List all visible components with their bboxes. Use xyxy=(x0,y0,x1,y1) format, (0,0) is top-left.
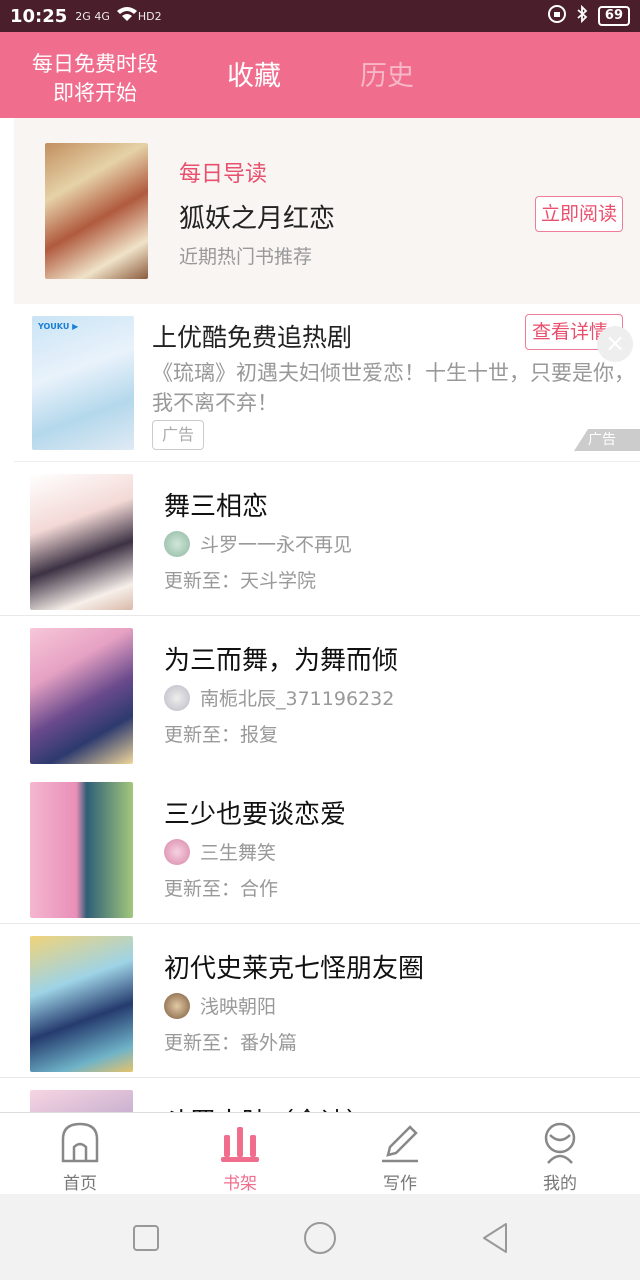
book-title: 舞三相恋 xyxy=(164,492,269,522)
recent-apps-icon[interactable] xyxy=(132,1224,160,1252)
youku-logo: YOUKU ▶ xyxy=(38,322,79,331)
status-bar: 10:25 2G 4G HD2 69 xyxy=(0,0,640,32)
hd-indicator: HD2 xyxy=(137,9,162,23)
update-status: 更新至：报复 xyxy=(164,724,279,746)
bookshelf-icon xyxy=(221,1127,259,1162)
bottom-tab-bar: 首页 书架 写作 我的 xyxy=(0,1112,640,1194)
ad-description: 《琉璃》初遇夫妇倾世爱恋！十生十世，只要是你，我不离不弃！ xyxy=(152,361,635,415)
book-cover-image xyxy=(30,474,133,610)
daily-read-card[interactable]: 每日导读 狐妖之月红恋 近期热门书推荐 立即阅读 xyxy=(14,118,640,304)
book-author: 南栀北辰_371196232 xyxy=(164,684,394,711)
ad-card[interactable]: YOUKU ▶ 上优酷免费追热剧 《琉璃》初遇夫妇倾世爱恋！十生十世，只要是你，… xyxy=(14,306,640,462)
battery-indicator: 69 xyxy=(597,6,630,26)
tab-mine[interactable]: 我的 xyxy=(480,1113,640,1195)
list-item[interactable]: 舞三相恋 斗罗一一永不再见 更新至：天斗学院 xyxy=(0,462,640,616)
tab-bookshelf-label: 书架 xyxy=(223,1174,257,1194)
tab-write-label: 写作 xyxy=(383,1174,417,1194)
book-author: 斗罗一一永不再见 xyxy=(164,530,352,557)
bluetooth-icon xyxy=(576,4,588,27)
book-cover-image xyxy=(30,782,133,918)
list-item[interactable]: 为三而舞，为舞而倾 南栀北辰_371196232 更新至：报复 xyxy=(0,616,640,770)
clock: 10:25 xyxy=(10,5,68,27)
update-status: 更新至：合作 xyxy=(164,878,279,900)
author-name: 斗罗一一永不再见 xyxy=(200,534,353,556)
tab-write[interactable]: 写作 xyxy=(320,1113,480,1195)
author-name: 三生舞笑 xyxy=(200,842,277,864)
featured-title: 狐妖之月红恋 xyxy=(179,204,336,234)
author-name: 南栀北辰_371196232 xyxy=(200,688,395,710)
ad-cover-image: YOUKU ▶ xyxy=(32,316,134,450)
tab-favorites[interactable]: 收藏 xyxy=(227,54,281,93)
book-title: 三少也要谈恋爱 xyxy=(164,800,347,830)
pencil-icon xyxy=(382,1125,418,1163)
free-period-notice[interactable]: 每日免费时段 即将开始 xyxy=(20,50,170,108)
read-now-button[interactable]: 立即阅读 xyxy=(535,196,623,232)
wifi-icon xyxy=(116,6,138,27)
featured-cover-image xyxy=(45,143,148,279)
avatar xyxy=(164,684,190,711)
avatar xyxy=(164,530,190,557)
featured-subtitle: 近期热门书推荐 xyxy=(179,246,313,268)
book-cover-image xyxy=(30,936,133,1072)
tab-home[interactable]: 首页 xyxy=(0,1113,160,1195)
book-title: 为三而舞，为舞而倾 xyxy=(164,646,399,676)
ad-title: 上优酷免费追热剧 xyxy=(152,323,353,352)
home-button-icon[interactable] xyxy=(303,1221,337,1255)
back-icon[interactable] xyxy=(480,1222,510,1254)
ad-corner-mark: 广告 xyxy=(574,429,640,451)
avatar xyxy=(164,838,190,865)
book-title: 初代史莱克七怪朋友圈 xyxy=(164,954,425,984)
avatar xyxy=(164,992,190,1019)
author-name: 浅映朝阳 xyxy=(200,996,277,1018)
tab-home-label: 首页 xyxy=(63,1174,97,1194)
system-nav-bar xyxy=(0,1194,640,1280)
book-cover-image xyxy=(30,628,133,764)
free-period-line1: 每日免费时段 xyxy=(32,52,158,76)
home-icon xyxy=(61,1122,99,1163)
daily-read-tag: 每日导读 xyxy=(179,162,268,187)
ad-close-icon[interactable]: × xyxy=(597,326,633,362)
ad-badge: 广告 xyxy=(152,420,204,450)
tab-mine-label: 我的 xyxy=(543,1174,577,1194)
list-item[interactable]: 初代史莱克七怪朋友圈 浅映朝阳 更新至：番外篇 xyxy=(0,924,640,1078)
lock-rotation-icon xyxy=(547,5,566,27)
book-author: 浅映朝阳 xyxy=(164,992,276,1019)
update-status: 更新至：天斗学院 xyxy=(164,570,317,592)
update-status: 更新至：番外篇 xyxy=(164,1032,298,1054)
profile-icon xyxy=(544,1122,576,1164)
top-bar: 每日免费时段 即将开始 收藏 历史 xyxy=(0,32,640,118)
free-period-line2: 即将开始 xyxy=(53,81,137,105)
book-author: 三生舞笑 xyxy=(164,838,276,865)
tab-bookshelf[interactable]: 书架 xyxy=(160,1113,320,1195)
list-item[interactable]: 三少也要谈恋爱 三生舞笑 更新至：合作 xyxy=(0,770,640,924)
tab-history[interactable]: 历史 xyxy=(360,54,414,93)
network-indicator: 2G 4G xyxy=(75,9,110,23)
